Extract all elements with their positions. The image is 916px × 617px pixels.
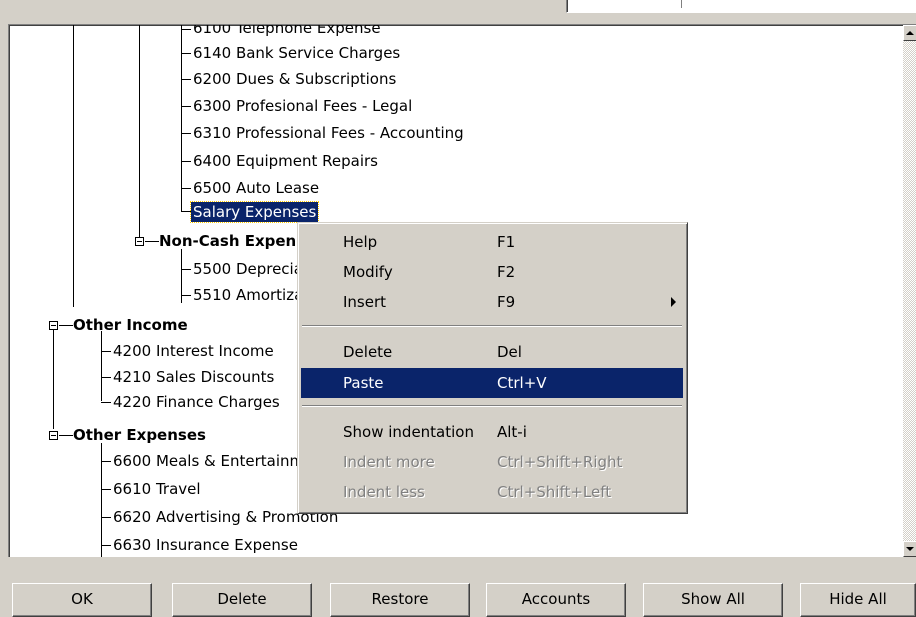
menu-item-shortcut: Ctrl+V <box>497 374 547 392</box>
menu-item-label: Delete <box>343 343 393 361</box>
menu-item-shortcut: F9 <box>497 293 516 311</box>
tree-connector <box>101 545 111 546</box>
tree-connector <box>59 325 73 326</box>
show-all-button[interactable]: Show All <box>643 583 783 617</box>
tree-guide-line <box>73 25 74 307</box>
scroll-down-button[interactable] <box>903 541 916 557</box>
tree-node[interactable]: 4210 Sales Discounts <box>113 367 274 387</box>
menu-item-show-indentation[interactable]: Show indentation Alt-i <box>301 417 683 447</box>
tree-node[interactable]: 4200 Interest Income <box>113 341 274 361</box>
tree-connector <box>181 79 191 80</box>
menu-separator <box>302 405 682 407</box>
tree-connector <box>181 211 191 212</box>
menu-item-modify[interactable]: Modify F2 <box>301 257 683 287</box>
menu-item-insert[interactable]: Insert F9 <box>301 287 683 317</box>
tree-connector <box>181 188 191 189</box>
menu-item-shortcut: F2 <box>497 263 516 281</box>
menu-item-label: Insert <box>343 293 387 311</box>
menu-item-shortcut: Ctrl+Shift+Right <box>497 453 623 471</box>
menu-item-shortcut: Del <box>497 343 522 361</box>
arrow-down-icon <box>906 547 914 551</box>
tree-group-node[interactable]: Other Expenses <box>73 425 206 445</box>
menu-item-help[interactable]: Help F1 <box>301 227 683 257</box>
tree-guide-line <box>139 25 140 237</box>
menu-item-paste[interactable]: Paste Ctrl+V <box>301 368 683 398</box>
menu-item-shortcut: F1 <box>497 233 516 251</box>
menu-item-shortcut: Alt-i <box>497 423 527 441</box>
tree-connector <box>101 351 111 352</box>
menu-item-indent-more: Indent more Ctrl+Shift+Right <box>301 447 683 477</box>
tree-connector <box>101 489 111 490</box>
menu-item-label: Paste <box>343 374 384 392</box>
tree-connector <box>145 241 159 242</box>
tree-node-selected[interactable]: Salary Expenses <box>189 201 320 223</box>
ok-button[interactable]: OK <box>12 583 152 617</box>
tree-connector <box>181 106 191 107</box>
delete-button[interactable]: Delete <box>172 583 312 617</box>
submenu-arrow-icon <box>671 297 676 307</box>
tree-connector <box>101 377 111 378</box>
tree-connector <box>181 53 191 54</box>
tree-node[interactable]: 6310 Professional Fees - Accounting <box>193 123 464 143</box>
tree-connector <box>181 295 191 296</box>
menu-item-label: Show indentation <box>343 423 474 441</box>
tree-connector <box>181 161 191 162</box>
menu-item-label: Help <box>343 233 378 251</box>
tree-guide-line <box>101 331 102 401</box>
tree-node[interactable]: 6140 Bank Service Charges <box>193 43 400 63</box>
vertical-scrollbar[interactable] <box>903 25 916 557</box>
tree-node[interactable]: 6610 Travel <box>113 479 201 499</box>
tree-connector <box>101 402 111 403</box>
hide-all-button[interactable]: Hide All <box>800 583 916 617</box>
tree-node[interactable]: 6500 Auto Lease <box>193 178 319 198</box>
collapse-icon[interactable] <box>49 431 58 440</box>
tree-group-node[interactable]: Other Income <box>73 315 188 335</box>
menu-item-label: Indent more <box>343 453 435 471</box>
context-menu: Help F1 Modify F2 Insert F9 Delete Del P… <box>297 222 688 514</box>
tree-connector <box>101 517 111 518</box>
collapse-icon[interactable] <box>135 237 144 246</box>
menu-item-delete[interactable]: Delete Del <box>301 337 683 367</box>
menu-item-indent-less: Indent less Ctrl+Shift+Left <box>301 477 683 507</box>
tree-node[interactable]: 6630 Insurance Expense <box>113 535 298 555</box>
top-input-field[interactable] <box>566 0 916 13</box>
restore-button[interactable]: Restore <box>330 583 470 617</box>
collapse-icon[interactable] <box>49 321 58 330</box>
menu-item-label: Modify <box>343 263 393 281</box>
tree-node[interactable]: 4220 Finance Charges <box>113 392 280 412</box>
tree-node[interactable]: 6400 Equipment Repairs <box>193 151 378 171</box>
tree-node[interactable]: 6200 Dues & Subscriptions <box>193 69 396 89</box>
scroll-up-button[interactable] <box>903 25 916 41</box>
tree-connector <box>101 461 111 462</box>
menu-separator <box>302 325 682 327</box>
tree-connector <box>181 269 191 270</box>
menu-item-label: Indent less <box>343 483 425 501</box>
accounts-button[interactable]: Accounts <box>486 583 626 617</box>
tree-connector <box>59 435 73 436</box>
field-divider <box>681 0 682 8</box>
tree-connector <box>181 133 191 134</box>
tree-guide-line <box>53 321 54 429</box>
tree-node[interactable]: 6300 Profesional Fees - Legal <box>193 96 412 116</box>
arrow-up-icon <box>906 31 914 35</box>
menu-item-shortcut: Ctrl+Shift+Left <box>497 483 612 501</box>
tree-node[interactable]: 6100 Telephone Expense <box>193 25 381 38</box>
tree-connector <box>181 29 191 30</box>
